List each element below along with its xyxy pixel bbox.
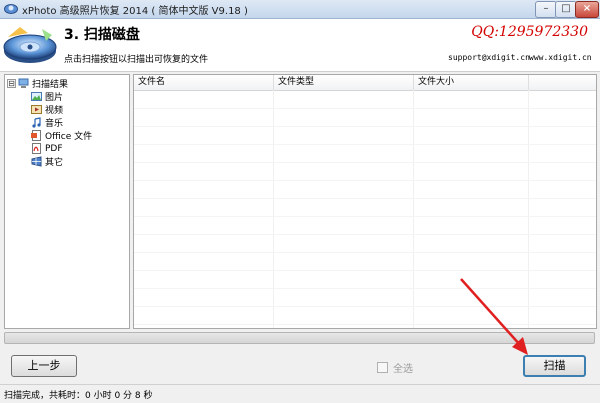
- computer-icon: [18, 78, 29, 88]
- tree-item-label: 视频: [45, 106, 64, 116]
- row-grid-line: [134, 162, 596, 163]
- tree-item-pdf[interactable]: PDF: [31, 142, 63, 155]
- scan-progress-bar: [4, 332, 595, 344]
- tree-root-scan-results[interactable]: ⊟ 扫描结果: [7, 77, 68, 90]
- row-grid-line: [134, 108, 596, 109]
- status-bar: 扫描完成，共耗时：0 小时 0 分 8 秒: [0, 384, 600, 403]
- hard-disk-logo-icon: [3, 27, 57, 63]
- tree-item-office[interactable]: Office 文件: [31, 129, 92, 142]
- image-icon: [31, 92, 42, 101]
- row-grid-line: [134, 270, 596, 271]
- step-title: 3. 扫描磁盘: [64, 27, 140, 43]
- collapse-icon[interactable]: ⊟: [7, 79, 16, 88]
- tree-item-label: 音乐: [45, 119, 64, 129]
- tree-item-videos[interactable]: 视频: [31, 103, 63, 116]
- tree-item-other[interactable]: 其它: [31, 155, 63, 168]
- minimize-icon[interactable]: –: [535, 1, 557, 18]
- row-grid-line: [134, 198, 596, 199]
- tree-item-music[interactable]: 音乐: [31, 116, 63, 129]
- tree-item-images[interactable]: 图片: [31, 90, 63, 103]
- row-grid-line: [134, 252, 596, 253]
- video-icon: [31, 105, 42, 114]
- tree-root-label: 扫描结果: [32, 80, 69, 90]
- checkbox-box[interactable]: [377, 362, 388, 373]
- tree-item-label: PDF: [45, 143, 63, 154]
- row-grid-line: [134, 324, 596, 325]
- office-document-icon: [31, 130, 41, 141]
- scan-result-tree[interactable]: ⊟ 扫描结果 图片 视频 音乐 Office 文件 PDF 其它: [4, 74, 130, 329]
- header-banner: 3. 扫描磁盘 点击扫描按钮以扫描出可恢复的文件 QQ:1295972330 s…: [0, 19, 600, 72]
- row-grid-line: [134, 288, 596, 289]
- tree-item-label: 其它: [45, 158, 64, 168]
- support-email: support@xdigit.cn: [448, 53, 530, 62]
- row-grid-line: [134, 234, 596, 235]
- select-all-label: 全选: [393, 364, 413, 375]
- status-text: 扫描完成，共耗时：0 小时 0 分 8 秒: [4, 391, 153, 401]
- row-grid-line: [134, 216, 596, 217]
- close-icon[interactable]: ×: [575, 1, 599, 18]
- file-list-header: 文件名 文件类型 文件大小: [134, 75, 596, 91]
- step-description: 点击扫描按钮以扫描出可恢复的文件: [64, 55, 209, 65]
- select-all-checkbox[interactable]: 全选: [377, 360, 413, 375]
- row-grid-line: [134, 144, 596, 145]
- other-files-icon: [31, 156, 42, 167]
- title-bar: xPhoto 高级照片恢复 2014 ( 简体中文版 V9.18 ) – □ ×: [0, 0, 600, 19]
- column-header-type[interactable]: 文件类型: [274, 75, 414, 90]
- website-link[interactable]: www.xdigit.cn: [529, 53, 592, 62]
- app-icon: [4, 4, 18, 14]
- tree-item-label: Office 文件: [45, 132, 93, 142]
- tree-item-label: 图片: [45, 93, 64, 103]
- previous-step-button[interactable]: 上一步: [11, 355, 77, 377]
- pdf-icon: [32, 143, 41, 154]
- qq-contact: QQ:1295972330: [471, 24, 588, 40]
- row-grid-line: [134, 180, 596, 181]
- column-header-size[interactable]: 文件大小: [414, 75, 529, 90]
- row-grid-line: [134, 126, 596, 127]
- music-note-icon: [32, 117, 41, 128]
- window-title: xPhoto 高级照片恢复 2014 ( 简体中文版 V9.18 ): [22, 6, 248, 17]
- column-header-name[interactable]: 文件名: [134, 75, 274, 90]
- row-grid-line: [134, 306, 596, 307]
- maximize-icon[interactable]: □: [555, 1, 577, 18]
- scan-button[interactable]: 扫描: [523, 355, 586, 377]
- file-list[interactable]: 文件名 文件类型 文件大小: [133, 74, 597, 329]
